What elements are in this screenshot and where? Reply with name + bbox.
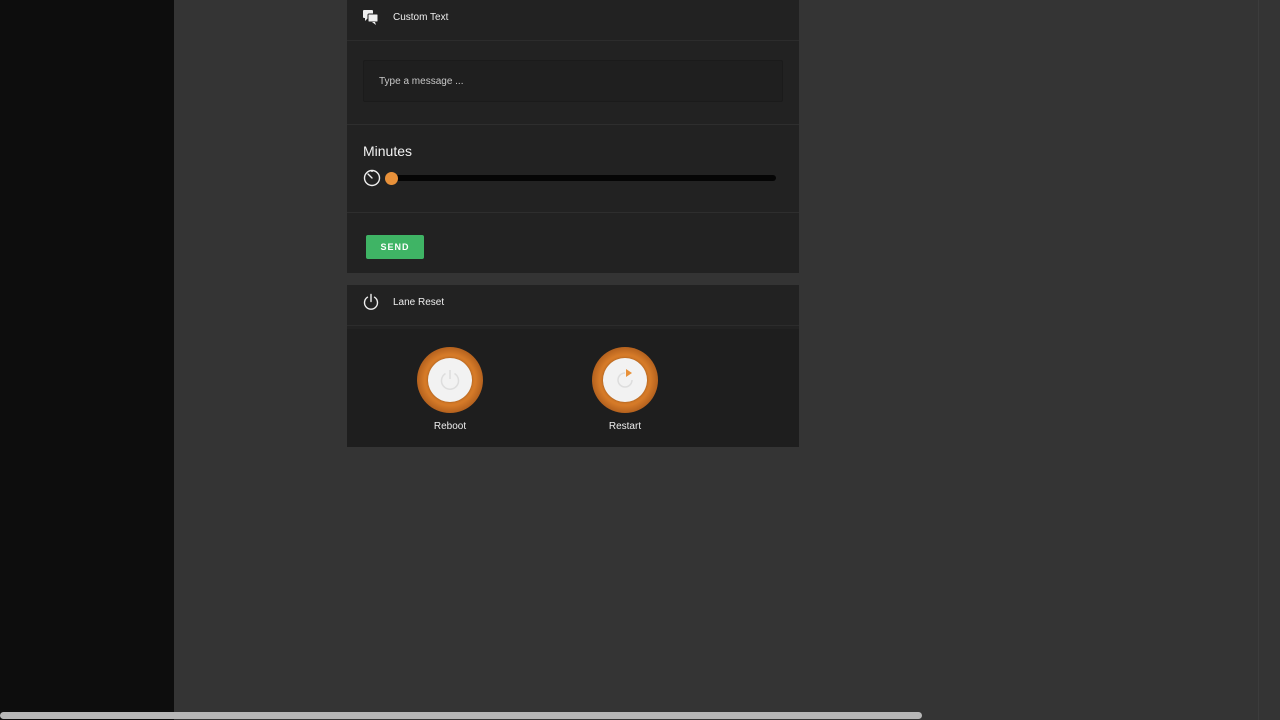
send-button[interactable]: SEND xyxy=(366,235,424,259)
message-input[interactable] xyxy=(363,60,783,102)
lane-reset-header: Lane Reset xyxy=(347,285,799,326)
vertical-scroll-edge xyxy=(1258,0,1259,720)
minutes-label: Minutes xyxy=(363,143,413,159)
restart-label: Restart xyxy=(608,421,642,432)
reboot-control: Reboot xyxy=(415,347,485,432)
restart-control: Restart xyxy=(590,347,660,432)
power-icon xyxy=(363,293,379,310)
divider xyxy=(347,212,799,213)
reboot-button-face xyxy=(428,358,472,402)
restart-button[interactable] xyxy=(592,347,658,413)
lane-reset-title: Lane Reset xyxy=(393,297,445,308)
power-icon xyxy=(440,370,460,390)
timer-icon xyxy=(363,169,381,187)
restart-icon xyxy=(617,369,633,388)
custom-text-title: Custom Text xyxy=(393,12,449,23)
restart-button-face xyxy=(603,358,647,402)
horizontal-scrollbar[interactable] xyxy=(0,712,922,719)
minutes-slider-track[interactable] xyxy=(387,175,776,181)
reboot-button[interactable] xyxy=(417,347,483,413)
left-sidebar xyxy=(0,0,174,720)
lane-reset-card: Lane Reset Reboot Restart xyxy=(347,285,799,447)
custom-text-header: Custom Text xyxy=(347,0,799,41)
custom-text-card: Custom Text Minutes SEND xyxy=(347,0,799,273)
lane-reset-body: Reboot Restart xyxy=(347,329,799,447)
divider xyxy=(347,124,799,125)
minutes-slider-thumb[interactable] xyxy=(385,172,398,185)
chat-bubbles-icon xyxy=(363,10,379,25)
reboot-label: Reboot xyxy=(433,421,467,432)
